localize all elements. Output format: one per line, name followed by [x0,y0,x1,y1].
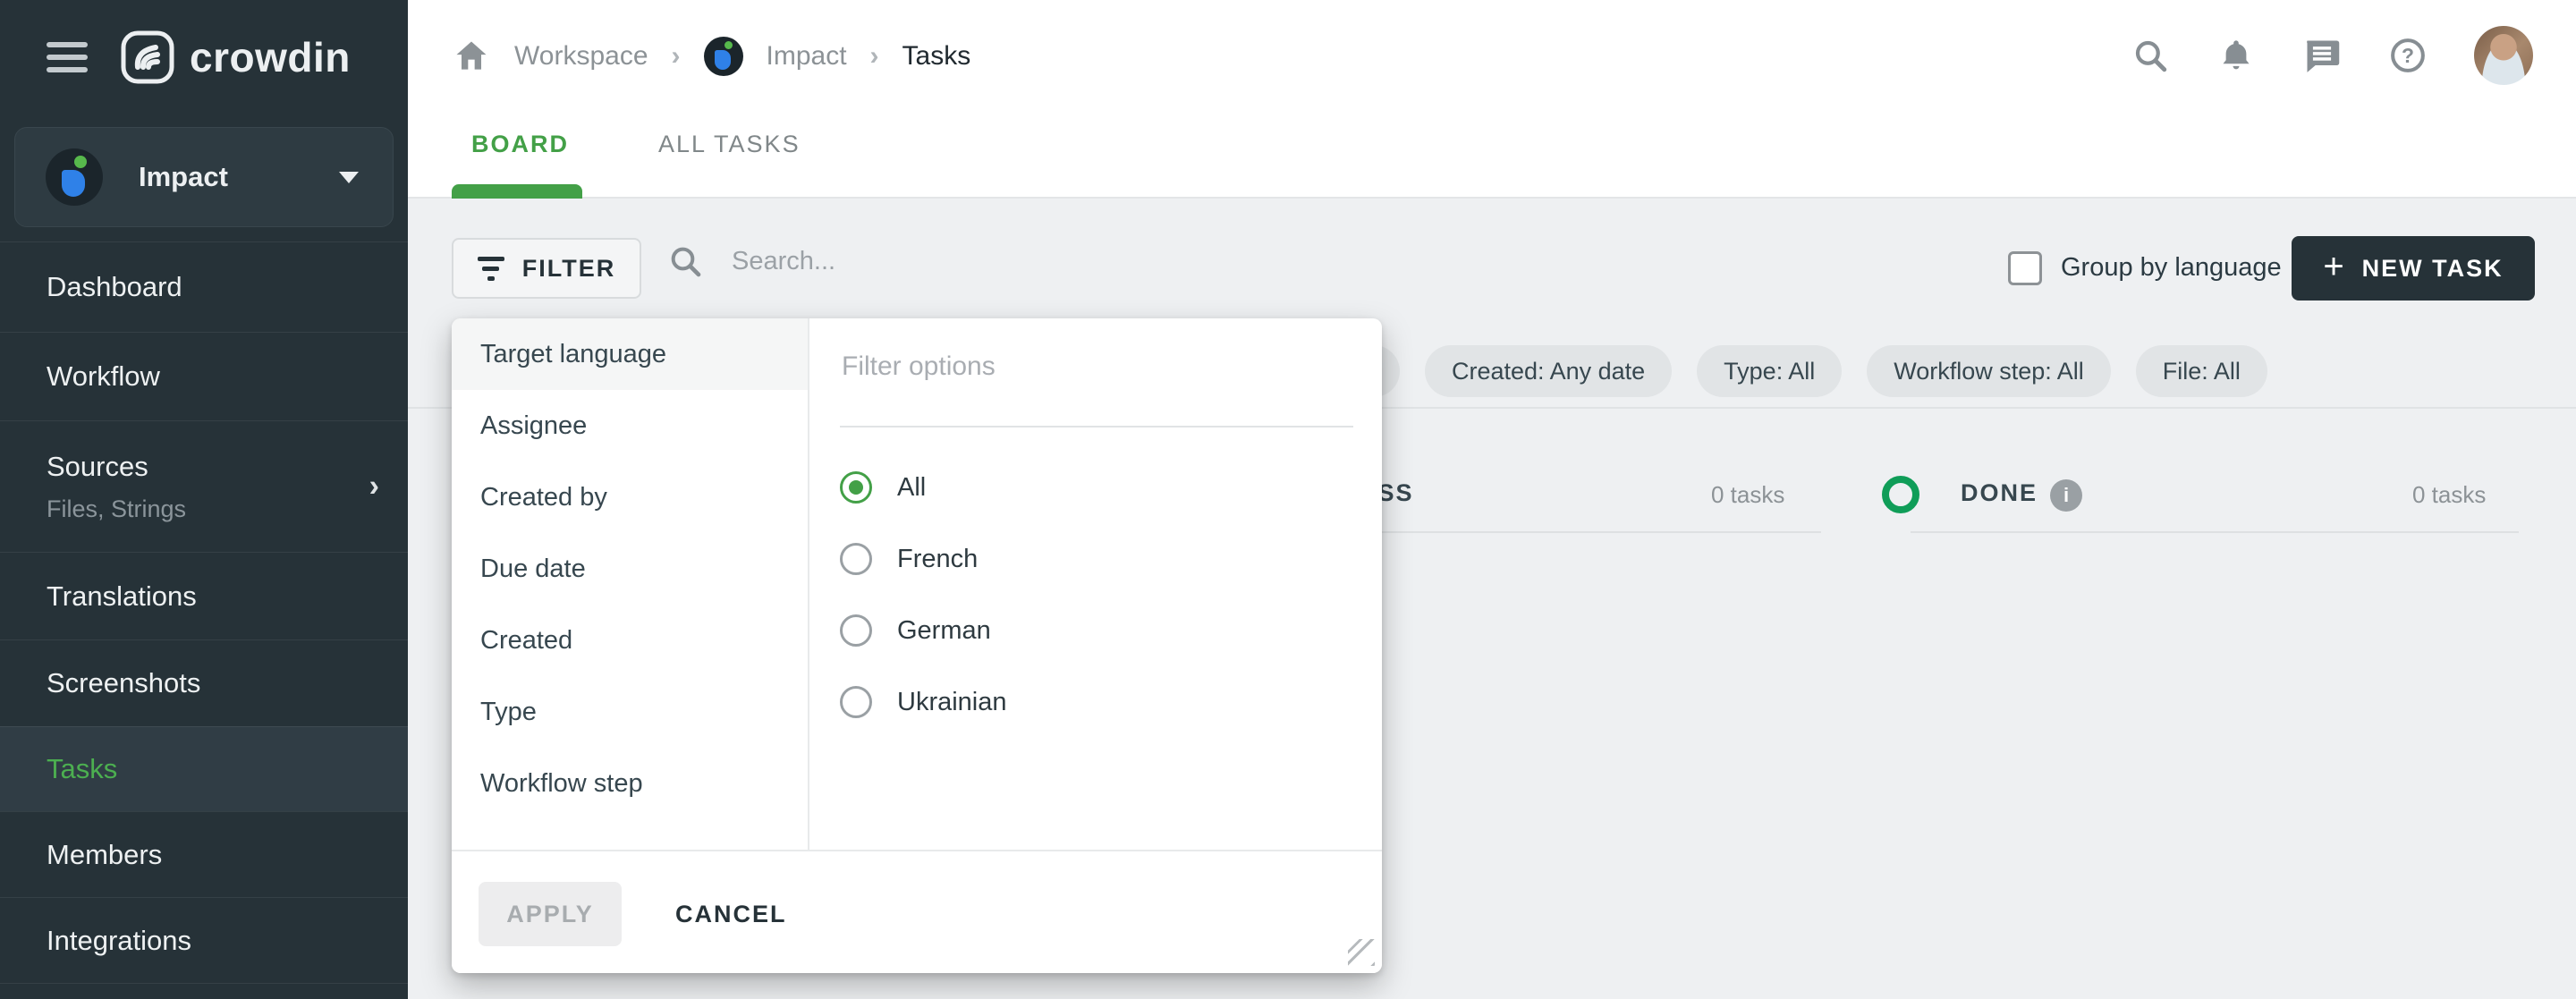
tab-all-tasks[interactable]: ALL TASKS [639,118,820,171]
tab-board[interactable]: BOARD [452,118,589,171]
breadcrumb-project[interactable]: Impact [767,41,847,72]
column-count-in-progress: 0 tasks [1711,481,1784,509]
filter-category-created-by[interactable]: Created by [452,461,808,533]
option-french[interactable]: French [840,543,978,575]
option-all[interactable]: All [840,471,926,504]
logo-text: crowdin [190,33,351,81]
radio-icon[interactable] [840,614,872,647]
radio-selected-icon[interactable] [840,471,872,504]
column-divider [1911,531,2519,533]
group-by-language-checkbox[interactable] [2008,251,2042,285]
crowdin-logo-icon [120,30,175,85]
sidebar-item-tasks[interactable]: Tasks [0,726,408,811]
chevron-right-icon: › [672,41,681,72]
radio-icon[interactable] [840,543,872,575]
top-icons: ? [2131,21,2533,89]
sidebar-item-translations[interactable]: Translations [0,552,408,639]
new-task-button[interactable]: + NEW TASK [2292,236,2535,301]
filter-category-workflow-step[interactable]: Workflow step [452,748,808,819]
chevron-right-icon: › [369,470,379,504]
project-selector[interactable]: Impact [14,127,394,227]
filter-category-assignee[interactable]: Assignee [452,390,808,461]
filter-category-list: Target language Assignee Created by Due … [452,318,809,850]
sidebar-item-sources[interactable]: Sources Files, Strings › [0,420,408,552]
messages-chat-icon[interactable] [2302,36,2342,75]
plus-icon: + [2323,249,2343,284]
tasks-search [667,243,1106,279]
filter-chip-file[interactable]: File: All [2136,345,2267,397]
column-count-done: 0 tasks [2412,481,2486,509]
main-area: Workspace › Impact › Tasks ? [408,0,2576,999]
filter-options-input[interactable] [840,351,1325,383]
breadcrumb-workspace[interactable]: Workspace [514,41,648,72]
info-icon[interactable]: i [2050,479,2082,512]
search-icon[interactable] [2131,36,2170,75]
filter-chip-workflow-step[interactable]: Workflow step: All [1867,345,2111,397]
resize-handle[interactable] [1348,939,1375,966]
filter-category-target-language[interactable]: Target language [452,318,808,390]
sidebar-nav: Dashboard Workflow Sources Files, String… [0,241,408,999]
chevron-right-icon: › [870,41,879,72]
project-name: Impact [139,161,339,193]
sidebar-header: crowdin [0,0,408,114]
sidebar-item-sources-sublabel: Files, Strings [47,495,408,523]
svg-text:?: ? [2402,44,2414,67]
filter-icon [478,257,504,281]
crowdin-logo[interactable]: crowdin [120,30,351,85]
group-by-language-label[interactable]: Group by language [2061,253,2282,283]
sidebar-item-integrations[interactable]: Integrations [0,897,408,983]
sidebar-item-screenshots[interactable]: Screenshots [0,639,408,726]
apply-button[interactable]: APPLY [479,882,622,946]
top-header: Workspace › Impact › Tasks ? [408,0,2576,199]
crowdin-app: crowdin Impact Dashboard Workflow Source… [0,0,2576,999]
radio-icon[interactable] [840,686,872,718]
tab-bar: BOARD ALL TASKS [452,118,820,171]
user-avatar[interactable] [2474,26,2533,85]
breadcrumb-current: Tasks [902,41,971,72]
filter-dropdown: Target language Assignee Created by Due … [452,318,1382,973]
filter-chip-type[interactable]: Type: All [1697,345,1842,397]
column-title-done: DONE [1961,479,2038,507]
breadcrumb: Workspace › Impact › Tasks [452,25,970,88]
notifications-bell-icon[interactable] [2216,36,2256,75]
cancel-button[interactable]: CANCEL [657,882,805,946]
search-icon [667,243,703,279]
help-icon[interactable]: ? [2388,36,2428,75]
search-input[interactable] [730,246,1106,277]
sidebar-item-members[interactable]: Members [0,811,408,897]
option-german[interactable]: German [840,614,991,647]
sidebar-item-workflow[interactable]: Workflow [0,332,408,420]
option-ukrainian[interactable]: Ukrainian [840,686,1007,718]
sidebar-divider [0,983,408,999]
filter-options-panel: All French German Ukrainian [811,318,1382,850]
dropdown-footer: APPLY CANCEL [452,850,1382,973]
sidebar: crowdin Impact Dashboard Workflow Source… [0,0,408,999]
filter-chip-created[interactable]: Created: Any date [1425,345,1672,397]
filter-button[interactable]: FILTER [452,238,641,299]
caret-down-icon [339,172,359,183]
filter-category-created[interactable]: Created [452,605,808,676]
hamburger-menu-icon[interactable] [47,42,88,72]
filter-category-type[interactable]: Type [452,676,808,748]
input-underline [840,426,1353,428]
home-icon[interactable] [452,37,491,76]
done-circle-icon [1882,476,1919,513]
filter-category-due-date[interactable]: Due date [452,533,808,605]
sidebar-item-dashboard[interactable]: Dashboard [0,241,408,332]
breadcrumb-project-avatar [704,37,743,76]
active-tab-indicator [452,184,582,199]
filter-chips-row: Created: Any date Type: All Workflow ste… [1292,345,2267,397]
project-avatar [46,148,103,206]
